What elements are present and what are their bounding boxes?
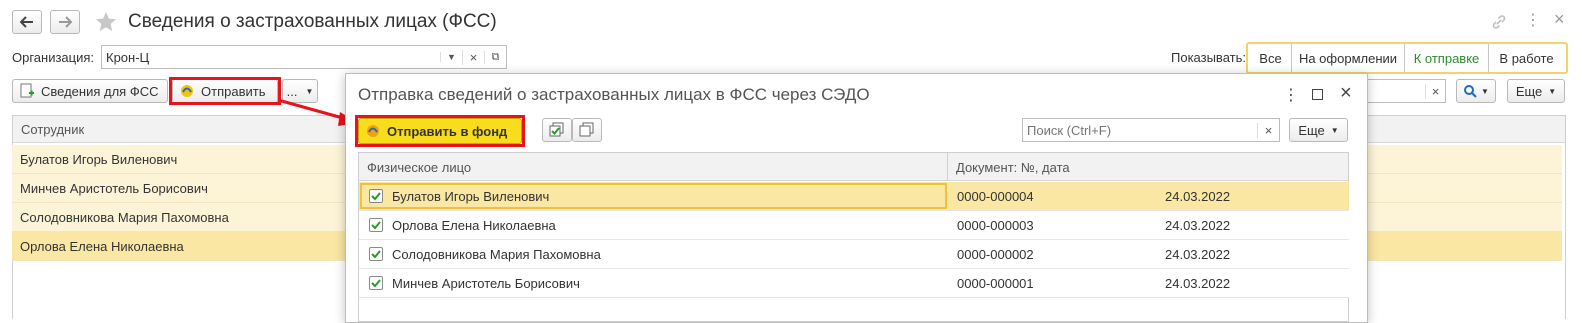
- page-title: Сведения о застрахованных лицах (ФСС): [128, 11, 497, 32]
- maximize-icon[interactable]: [1312, 89, 1323, 100]
- close-icon[interactable]: ×: [1340, 82, 1352, 105]
- check-icon: [371, 279, 381, 288]
- send-button-highlight: [169, 77, 281, 105]
- check-icon: [371, 250, 381, 259]
- filter-in-work[interactable]: В работе: [1488, 44, 1564, 72]
- org-value: Крон-Ц: [106, 49, 150, 65]
- row-checkbox[interactable]: [369, 276, 383, 290]
- dialog-search-input[interactable]: ×: [1022, 118, 1280, 142]
- more-vertical-icon[interactable]: ⋮: [1525, 10, 1541, 30]
- table-row[interactable]: Солодовникова Мария Пахомовна 0000-00000…: [359, 240, 1349, 269]
- clear-icon[interactable]: ×: [1257, 122, 1279, 138]
- back-button[interactable]: [12, 10, 42, 34]
- table-row[interactable]: Булатов Игорь Виленович 0000-000004 24.0…: [359, 182, 1349, 211]
- show-label: Показывать:: [1171, 50, 1246, 65]
- list-header-employee[interactable]: Сотрудник: [21, 122, 84, 137]
- table-row[interactable]: Минчев Аристотель Борисович 0000-000001 …: [359, 269, 1349, 298]
- arrow-right-icon: [59, 16, 72, 28]
- check-icon: [371, 192, 381, 201]
- favorite-star-icon[interactable]: [94, 10, 118, 34]
- main-more-button[interactable]: Еще ▼: [1507, 79, 1565, 103]
- close-icon[interactable]: ×: [1554, 9, 1565, 30]
- uncheck-all-icon: [579, 122, 594, 137]
- clear-icon[interactable]: ×: [462, 49, 484, 65]
- filter-in-progress[interactable]: На оформлении: [1291, 44, 1404, 72]
- chevron-down-icon: ▼: [1548, 86, 1557, 96]
- open-icon[interactable]: ⧉: [484, 50, 506, 64]
- filter-to-send[interactable]: К отправке: [1404, 44, 1488, 72]
- more-vertical-icon[interactable]: ⋮: [1283, 85, 1299, 105]
- filter-all[interactable]: Все: [1250, 44, 1291, 72]
- header-divider: [947, 153, 948, 181]
- search-icon: [1464, 85, 1477, 98]
- fss-info-button[interactable]: Сведения для ФСС: [12, 79, 168, 103]
- send-to-fund-highlight: [355, 115, 525, 147]
- row-checkbox[interactable]: [369, 189, 383, 203]
- dialog-table-header: [359, 153, 1348, 181]
- chevron-down-icon: ▼: [1330, 125, 1339, 135]
- check-icon: [371, 221, 381, 230]
- add-document-icon: [20, 83, 34, 98]
- row-checkbox[interactable]: [369, 247, 383, 261]
- forward-button[interactable]: [50, 10, 80, 34]
- search-button[interactable]: ▼: [1456, 79, 1496, 103]
- dialog-more-button[interactable]: Еще ▼: [1289, 118, 1348, 142]
- header-person[interactable]: Физическое лицо: [367, 160, 471, 175]
- dialog-title: Отправка сведений о застрахованных лицах…: [358, 85, 870, 104]
- check-all-icon: [549, 122, 564, 137]
- dialog-search-field[interactable]: [1023, 121, 1257, 139]
- org-label: Организация:: [12, 50, 95, 65]
- org-field[interactable]: Крон-Ц ▼ × ⧉: [101, 45, 507, 69]
- main-search-input[interactable]: ×: [1356, 79, 1446, 103]
- table-row[interactable]: Орлова Елена Николаевна 0000-000003 24.0…: [359, 211, 1349, 240]
- chevron-down-icon[interactable]: ▼: [440, 52, 462, 62]
- arrow-left-icon: [20, 16, 33, 28]
- header-document[interactable]: Документ: №, дата: [956, 160, 1070, 175]
- uncheck-all-button[interactable]: [572, 118, 602, 142]
- link-icon[interactable]: [1490, 13, 1508, 31]
- clear-icon[interactable]: ×: [1425, 83, 1445, 99]
- check-all-button[interactable]: [542, 118, 572, 142]
- row-checkbox[interactable]: [369, 218, 383, 232]
